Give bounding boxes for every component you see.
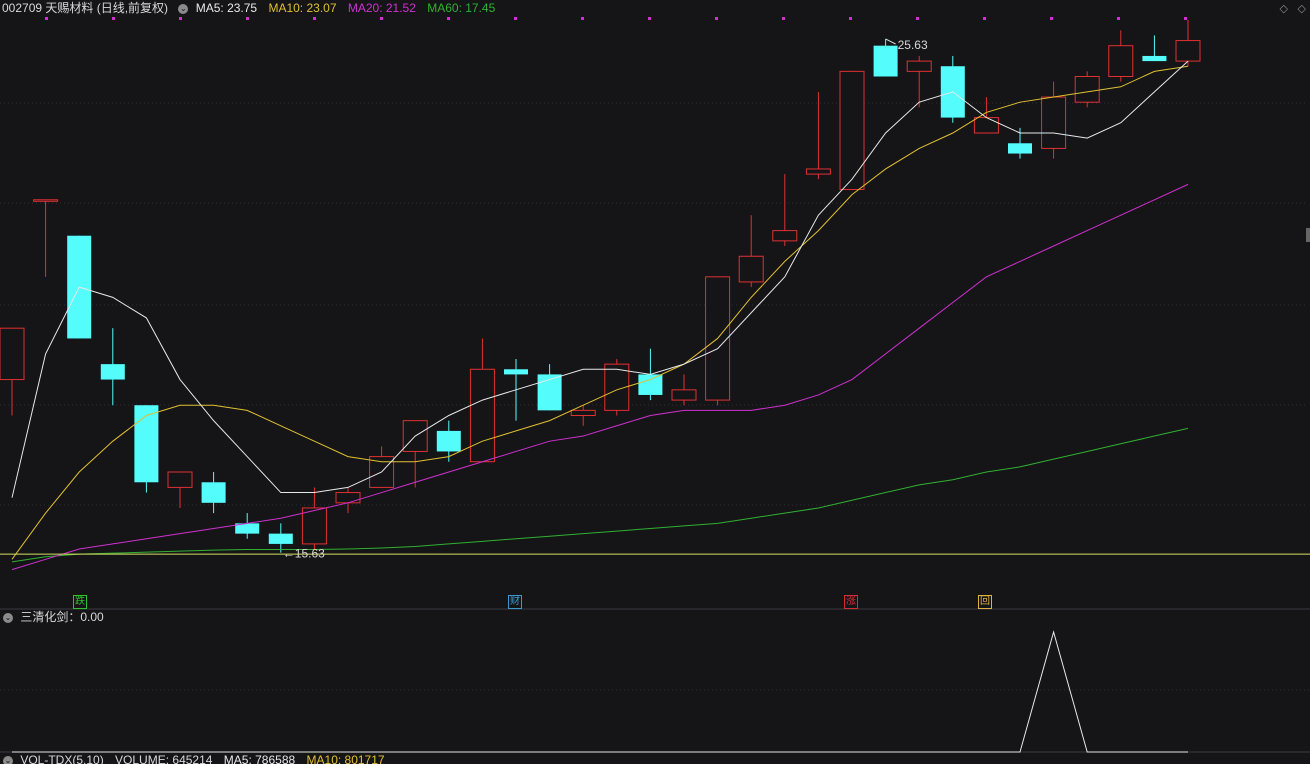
- high-price-label: 25.63: [898, 38, 928, 52]
- ma5-label: MA5: 23.75: [195, 1, 258, 15]
- top-dot: [782, 17, 785, 20]
- top-dot: [514, 17, 517, 20]
- candle-body-down: [436, 430, 461, 452]
- top-dot: [313, 17, 316, 20]
- candle-body-up: [570, 409, 596, 417]
- resize-handle[interactable]: [1306, 228, 1310, 242]
- top-dot: [849, 17, 852, 20]
- top-dot: [916, 17, 919, 20]
- top-dot: [45, 17, 48, 20]
- event-marker-fall[interactable]: 跌: [73, 595, 87, 609]
- candle-body-down: [638, 374, 663, 395]
- moving-average-lines: [0, 60, 1310, 571]
- event-marker-rise[interactable]: 涨: [844, 595, 858, 609]
- sub-indicator-panel: [12, 630, 1188, 753]
- candle-body-up: [1041, 96, 1067, 149]
- candle-body-up: [839, 70, 865, 190]
- candle-body-up: [772, 230, 798, 242]
- ma60-label: MA60: 17.45: [427, 1, 496, 15]
- ma10-label: MA10: 23.07: [268, 1, 337, 15]
- sub-indicator-line: [12, 630, 1188, 753]
- candle-body-up: [33, 199, 59, 202]
- candle-body-up: [738, 255, 764, 283]
- top-dot: [1050, 17, 1053, 20]
- candle-body-up: [335, 492, 361, 504]
- chevron-down-icon[interactable]: ⌄: [3, 755, 13, 764]
- top-dot: [179, 17, 182, 20]
- candle-body-up: [906, 60, 932, 72]
- event-marker-finance[interactable]: 财: [508, 595, 522, 609]
- top-dot: [1184, 17, 1187, 20]
- top-dot: [581, 17, 584, 20]
- candle-body-up: [0, 327, 25, 381]
- top-dot: [1117, 17, 1120, 20]
- ma20-label: MA20: 21.52: [347, 1, 416, 15]
- candle-body-down: [873, 45, 898, 77]
- top-dot: [447, 17, 450, 20]
- volume-ma10: MA10: 801717: [306, 753, 385, 764]
- diamond-icon[interactable]: ◇: [1280, 2, 1288, 15]
- candle-body-down: [1008, 143, 1032, 154]
- top-dot: [648, 17, 651, 20]
- ma60-line: [11, 427, 1189, 563]
- chevron-down-icon[interactable]: ⌄: [178, 3, 189, 14]
- ma5-line: [11, 60, 1189, 498]
- stock-chart-window: 25.63 ←15.63 002709 天赐材料 (日线,前复权) ⌄ MA5: …: [0, 0, 1310, 764]
- candle-body-up: [167, 471, 193, 488]
- sub-indicator-header: ⌄ 三清化剑：0.00: [0, 609, 1310, 625]
- candlestick-series: [0, 20, 1201, 553]
- sub-indicator-label: 三清化剑：0.00: [20, 610, 104, 624]
- candle-body-up: [805, 168, 831, 175]
- top-dot: [715, 17, 718, 20]
- chevron-down-icon[interactable]: ⌄: [3, 612, 13, 623]
- candle-body-up: [1175, 40, 1201, 62]
- top-dot: [983, 17, 986, 20]
- candle-body-up: [1074, 76, 1100, 103]
- event-marker-return[interactable]: 回: [978, 595, 992, 609]
- high-arrow: [885, 38, 896, 45]
- volume-indicator-name: VOL-TDX(5,10): [20, 753, 104, 764]
- candle-body-up: [671, 389, 697, 401]
- candle-body-down: [201, 482, 226, 503]
- main-header: 002709 天赐材料 (日线,前复权) ⌄ MA5: 23.75 MA10: …: [0, 0, 1310, 16]
- candle-body-up: [469, 368, 495, 463]
- candle-body-down: [134, 405, 159, 483]
- chart-canvas[interactable]: 25.63 ←15.63: [0, 0, 1310, 764]
- top-dot: [380, 17, 383, 20]
- candle-body-up: [973, 117, 999, 134]
- candle-body-down: [100, 364, 125, 380]
- candle-body-down: [504, 369, 528, 375]
- diamond-icon[interactable]: ◇: [1298, 2, 1306, 15]
- candle-body-up: [1108, 45, 1134, 78]
- candle-body-down: [268, 533, 293, 544]
- volume-value: VOLUME: 645214: [115, 753, 213, 764]
- candle-body-down: [1142, 55, 1167, 62]
- top-dot: [246, 17, 249, 20]
- ma20-line: [11, 183, 1189, 571]
- candle-body-up: [301, 507, 327, 545]
- volume-ma5: MA5: 786588: [223, 753, 296, 764]
- low-price-label: ←15.63: [283, 547, 325, 561]
- symbol-title: 002709 天赐材料 (日线,前复权): [2, 1, 169, 15]
- top-dot: [112, 17, 115, 20]
- volume-header: ⌄ VOL-TDX(5,10) VOLUME: 645214 MA5: 7865…: [0, 752, 1310, 764]
